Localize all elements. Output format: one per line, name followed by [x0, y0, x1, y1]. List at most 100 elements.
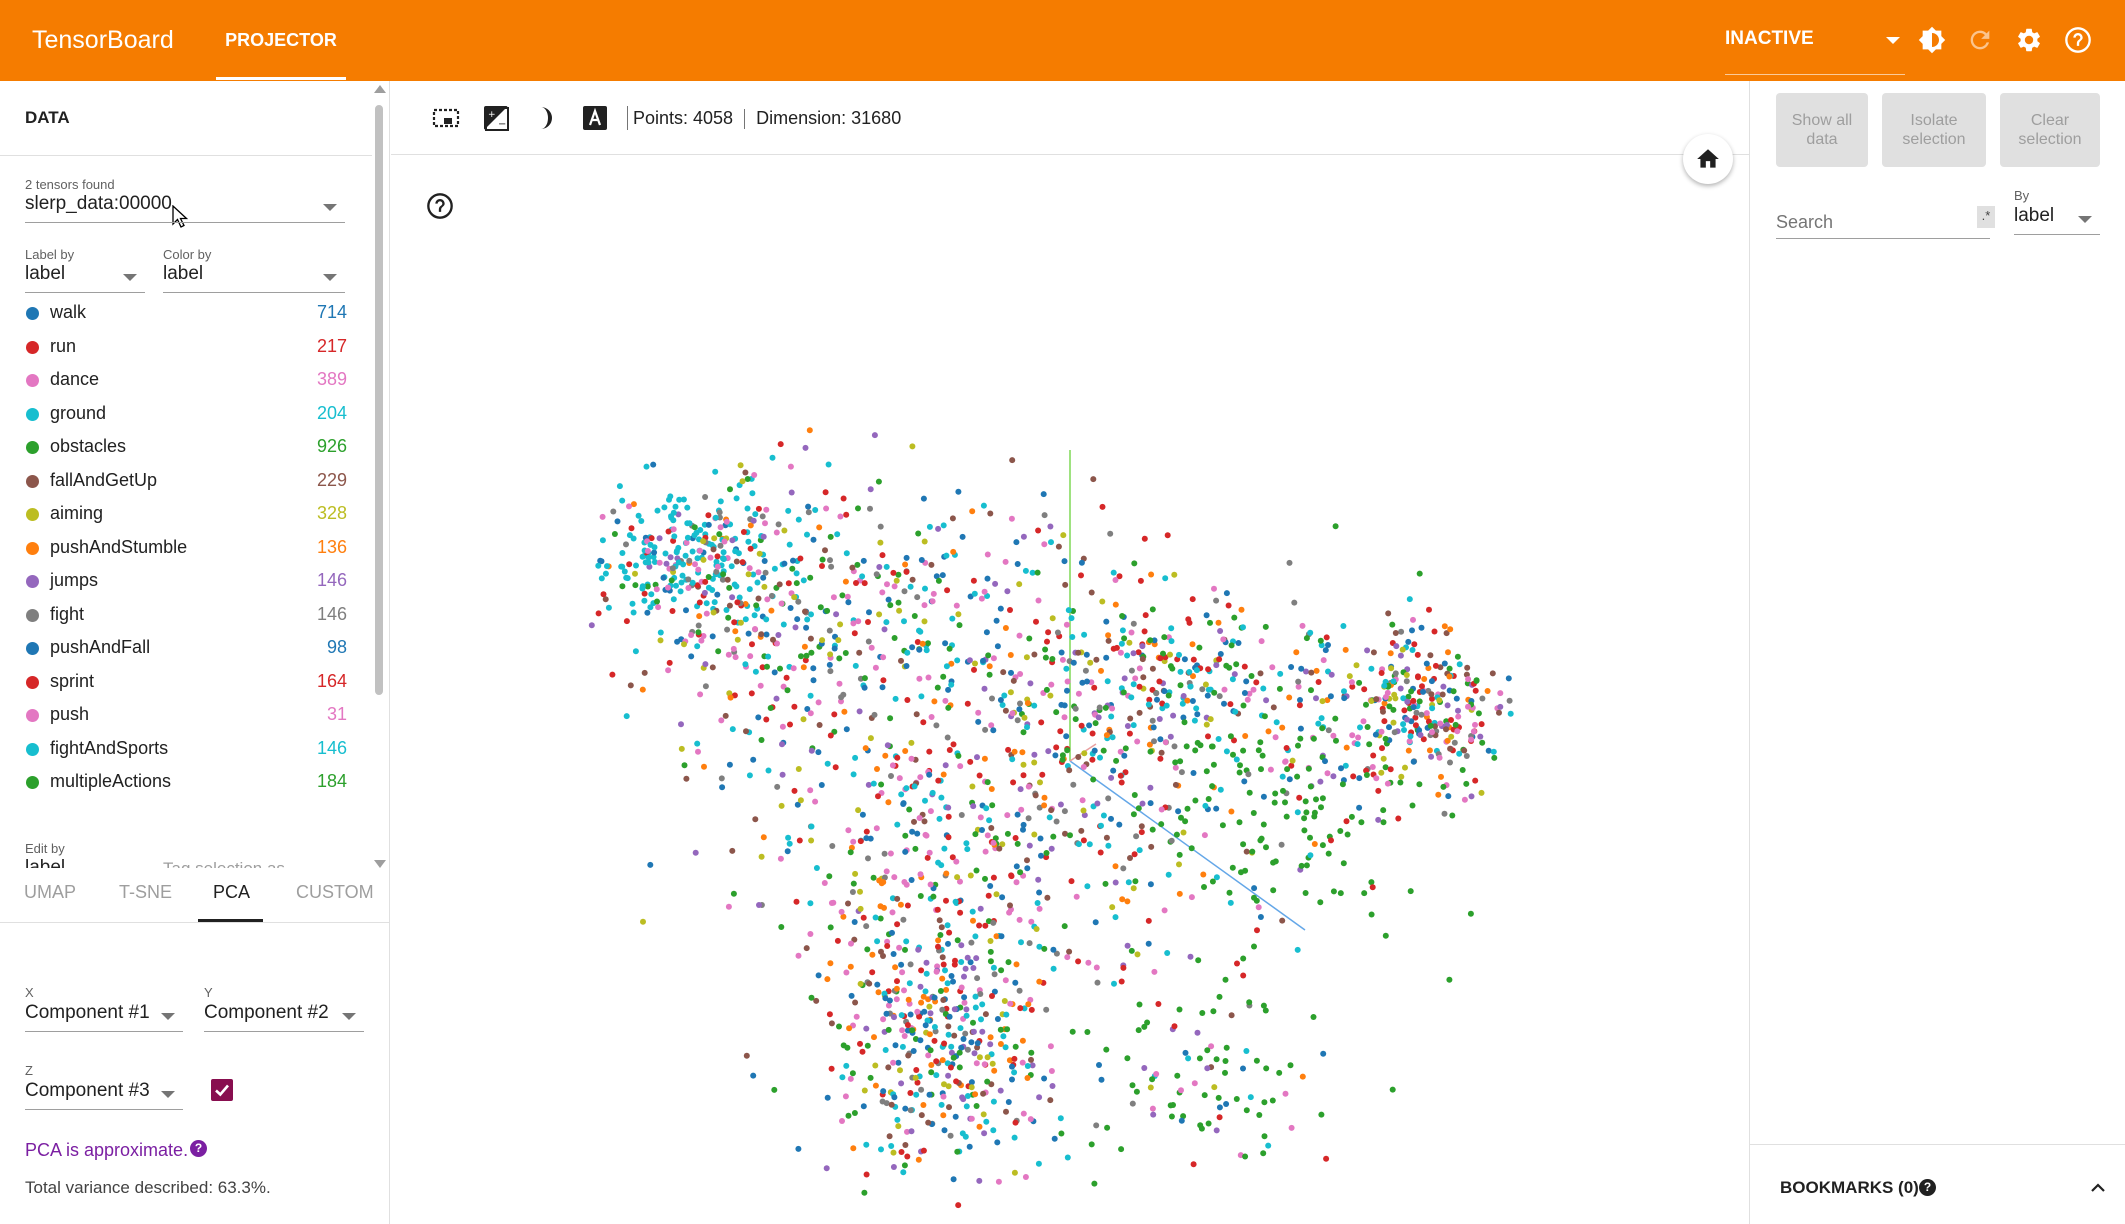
scatter-point[interactable] [1195, 957, 1202, 964]
scatter-point[interactable] [1078, 559, 1085, 566]
scatter-point[interactable] [1147, 800, 1154, 807]
scatter-point[interactable] [711, 535, 718, 542]
scatter-point[interactable] [1427, 722, 1434, 729]
scatter-point[interactable] [748, 690, 755, 697]
scatter-point[interactable] [1455, 713, 1462, 720]
scatter-point[interactable] [763, 616, 770, 623]
scatter-point[interactable] [781, 527, 788, 534]
scatter-point[interactable] [1423, 660, 1430, 667]
scatter-point[interactable] [1409, 647, 1416, 653]
scatter-point[interactable] [1397, 652, 1404, 659]
scatter-point[interactable] [1024, 724, 1030, 731]
scatter-point[interactable] [1315, 720, 1322, 727]
scatter-point[interactable] [947, 1132, 954, 1139]
scatter-point[interactable] [1411, 641, 1418, 648]
scatter-point[interactable] [896, 944, 903, 951]
scatter-point[interactable] [1010, 677, 1017, 684]
scatter-point[interactable] [1356, 679, 1363, 686]
scatter-point[interactable] [959, 533, 966, 540]
scatter-point[interactable] [1301, 815, 1308, 822]
scatter-point[interactable] [1356, 804, 1363, 811]
scatter-point[interactable] [936, 917, 943, 924]
scatter-point[interactable] [1444, 702, 1451, 709]
scatter-point[interactable] [1256, 1112, 1263, 1118]
scatter-point[interactable] [733, 583, 740, 590]
scatter-point[interactable] [1011, 1134, 1018, 1141]
scatter-point[interactable] [1130, 681, 1137, 688]
scatter-point[interactable] [939, 572, 946, 579]
scatter-point[interactable] [1036, 978, 1043, 985]
scatter-point[interactable] [902, 561, 909, 568]
legend-item[interactable]: pushAndStumble 136 [22, 533, 347, 567]
scatter-point[interactable] [863, 828, 870, 835]
scatter-point[interactable] [1088, 1141, 1095, 1148]
scatter-point[interactable] [826, 661, 833, 668]
scatter-point[interactable] [719, 784, 726, 791]
scatter-point[interactable] [616, 483, 623, 490]
scatter-point[interactable] [1014, 561, 1021, 567]
scatter-point[interactable] [1093, 656, 1100, 663]
scatter-point[interactable] [848, 992, 855, 999]
scatter-point[interactable] [1253, 1057, 1260, 1064]
scatter-point[interactable] [849, 1070, 856, 1077]
scatter-point[interactable] [1467, 910, 1474, 917]
scatter-point[interactable] [1008, 873, 1015, 880]
scatter-point[interactable] [1399, 646, 1406, 653]
scatter-point[interactable] [990, 1098, 997, 1105]
scatter-point[interactable] [1156, 678, 1163, 685]
scatter-point[interactable] [1090, 776, 1097, 783]
scatter-point[interactable] [1447, 626, 1454, 633]
scatter-point[interactable] [1170, 712, 1177, 719]
scatter-point[interactable] [796, 837, 803, 844]
scatter-point[interactable] [883, 619, 890, 626]
scatter-point[interactable] [1105, 842, 1112, 849]
scatter-point[interactable] [1013, 863, 1020, 870]
scatter-point[interactable] [1098, 667, 1104, 674]
scatter-point[interactable] [867, 835, 874, 842]
scatter-point[interactable] [803, 945, 810, 952]
legend-item[interactable]: run 217 [22, 332, 347, 366]
scatter-point[interactable] [1197, 1122, 1204, 1129]
scatter-point[interactable] [1020, 729, 1027, 736]
scatter-point[interactable] [756, 902, 762, 908]
scatter-point[interactable] [1016, 706, 1023, 713]
scatter-point[interactable] [1211, 689, 1218, 696]
scatter-point[interactable] [647, 861, 654, 868]
scatter-point[interactable] [1147, 1084, 1154, 1091]
scatter-point[interactable] [945, 686, 952, 693]
scatter-point[interactable] [1157, 755, 1164, 762]
scatter-point[interactable] [971, 666, 977, 673]
scatter-point[interactable] [824, 760, 831, 767]
scatter-point[interactable] [683, 607, 689, 614]
scatter-point[interactable] [1124, 1055, 1131, 1062]
scatter-point[interactable] [923, 970, 930, 977]
scatter-point[interactable] [1186, 669, 1193, 675]
scatter-point[interactable] [1363, 772, 1370, 778]
scatter-point[interactable] [948, 973, 955, 979]
scatter-point[interactable] [1055, 543, 1062, 550]
scatter-point[interactable] [1079, 797, 1086, 804]
scatter-point[interactable] [865, 638, 872, 645]
scatter-point[interactable] [902, 1142, 909, 1148]
scatter-point[interactable] [1007, 607, 1013, 613]
scatter-point[interactable] [914, 594, 921, 601]
scatter-point[interactable] [1130, 722, 1137, 729]
scatter-point[interactable] [1138, 829, 1145, 836]
scatter-point[interactable] [1095, 714, 1102, 721]
scatter-point[interactable] [1298, 665, 1305, 672]
scatter-point[interactable] [1191, 1080, 1198, 1087]
scatter-point[interactable] [906, 980, 913, 987]
scatter-point[interactable] [1037, 779, 1043, 786]
scatter-point[interactable] [776, 581, 783, 588]
scatter-point[interactable] [1188, 845, 1195, 852]
scatter-point[interactable] [964, 700, 971, 707]
scatter-point[interactable] [729, 726, 736, 733]
scatter-point[interactable] [1238, 606, 1245, 613]
scatter-point[interactable] [1484, 688, 1491, 694]
scatter-point[interactable] [728, 563, 735, 570]
scatter-point[interactable] [677, 588, 684, 595]
scatter-point[interactable] [1339, 781, 1346, 788]
scatter-point[interactable] [595, 610, 602, 617]
scatter-point[interactable] [1184, 697, 1191, 704]
scatter-point[interactable] [1125, 879, 1132, 886]
